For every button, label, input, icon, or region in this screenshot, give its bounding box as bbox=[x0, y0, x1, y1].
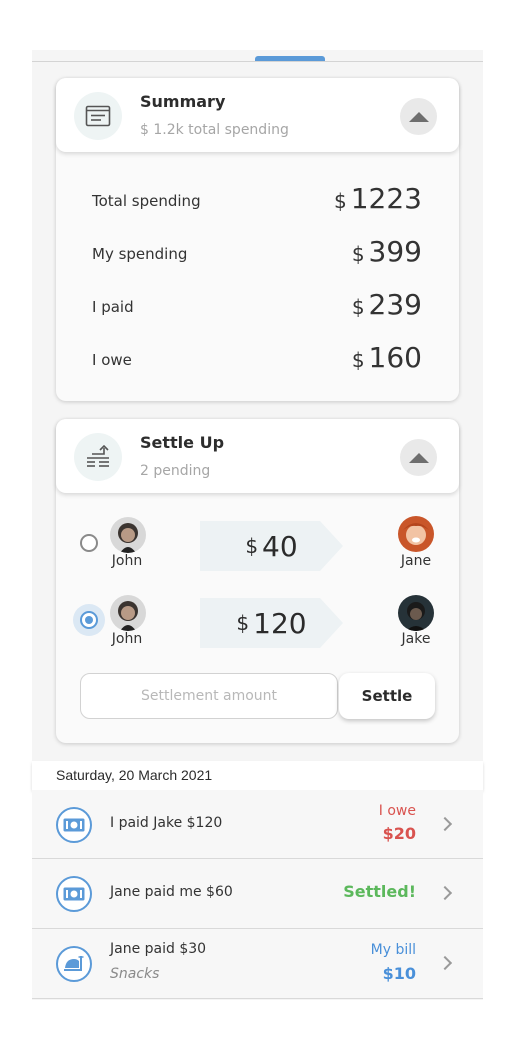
settle-up-header[interactable]: Settle Up 2 pending bbox=[56, 419, 459, 493]
summary-row-label: Total spending bbox=[92, 192, 201, 210]
exchange-icon bbox=[74, 433, 122, 481]
chevron-right-icon bbox=[437, 885, 453, 901]
settle-up-subtitle: 2 pending bbox=[140, 463, 211, 479]
transaction-title: Jane paid me $60 bbox=[110, 884, 233, 900]
cash-icon bbox=[56, 807, 92, 843]
debt-radio-selected[interactable] bbox=[80, 611, 98, 629]
jake-avatar bbox=[398, 595, 434, 631]
transaction-amount: $20 bbox=[382, 824, 416, 843]
summary-row-value: $239 bbox=[351, 288, 422, 321]
date-header-label: Saturday, 20 March 2021 bbox=[56, 767, 213, 783]
top-divider bbox=[32, 61, 483, 62]
summary-row-my-spending: My spending $399 bbox=[92, 235, 422, 269]
summary-row-label: I paid bbox=[92, 298, 134, 316]
settle-up-card: Settle Up 2 pending John $ 40 Jane John … bbox=[56, 419, 459, 743]
jane-avatar bbox=[398, 516, 434, 552]
summary-row-value: $1223 bbox=[334, 182, 422, 215]
triangle-up-icon bbox=[408, 111, 429, 122]
divider bbox=[32, 998, 483, 999]
transaction-title: Jane paid $30 bbox=[110, 941, 207, 957]
summary-title: Summary bbox=[140, 92, 226, 111]
summary-row-value: $160 bbox=[351, 341, 422, 374]
summary-collapse-button[interactable] bbox=[400, 98, 437, 135]
transaction-subtitle: Snacks bbox=[110, 966, 160, 982]
transaction-row[interactable]: I paid Jake $120 I owe $20 bbox=[32, 790, 483, 860]
receipt-icon bbox=[74, 92, 122, 140]
creditor-name: Jane bbox=[400, 553, 432, 569]
debt-amount: $40 bbox=[245, 529, 298, 563]
settle-button[interactable]: Settle bbox=[339, 673, 435, 719]
debt-row: John $40 Jane bbox=[56, 513, 459, 583]
transaction-title: I paid Jake $120 bbox=[110, 815, 223, 831]
debtor-name: John bbox=[111, 553, 143, 569]
transaction-status: My bill bbox=[370, 942, 416, 958]
chevron-right-icon bbox=[437, 955, 453, 971]
debt-radio[interactable] bbox=[80, 534, 98, 552]
john-avatar bbox=[110, 517, 146, 553]
summary-subtitle: $ 1.2k total spending bbox=[140, 122, 289, 138]
debt-amount: $120 bbox=[236, 606, 307, 640]
summary-row-paid: I paid $239 bbox=[92, 288, 422, 322]
food-icon bbox=[56, 946, 92, 982]
debtor-name: John bbox=[111, 631, 143, 647]
summary-row-label: I owe bbox=[92, 351, 132, 369]
expense-panel: Summary $ 1.2k total spending Total spen… bbox=[32, 50, 483, 1000]
transaction-status: Settled! bbox=[343, 882, 416, 901]
summary-header[interactable]: Summary $ 1.2k total spending bbox=[56, 78, 459, 152]
settle-up-title: Settle Up bbox=[140, 433, 225, 452]
settle-up-collapse-button[interactable] bbox=[400, 439, 437, 476]
cash-icon bbox=[56, 876, 92, 912]
transaction-row[interactable]: Jane paid me $60 Settled! bbox=[32, 859, 483, 929]
debt-amount-arrow: $120 bbox=[200, 598, 343, 648]
summary-row-value: $399 bbox=[351, 235, 422, 268]
transaction-row[interactable]: Jane paid $30 Snacks My bill $10 bbox=[32, 929, 483, 999]
debt-row: John $120 Jake bbox=[56, 593, 459, 663]
transaction-amount: $10 bbox=[382, 964, 416, 983]
summary-row-label: My spending bbox=[92, 245, 188, 263]
summary-row-owe: I owe $160 bbox=[92, 341, 422, 375]
settlement-amount-input[interactable] bbox=[80, 673, 338, 719]
chevron-right-icon bbox=[437, 816, 453, 832]
john-avatar bbox=[110, 595, 146, 631]
summary-row-total: Total spending $1223 bbox=[92, 182, 422, 216]
creditor-name: Jake bbox=[401, 631, 431, 647]
date-header: Saturday, 20 March 2021 bbox=[32, 761, 483, 790]
transaction-status: I owe bbox=[378, 803, 416, 819]
triangle-up-icon bbox=[408, 452, 429, 463]
debt-amount-arrow: $40 bbox=[200, 521, 343, 571]
summary-card: Summary $ 1.2k total spending Total spen… bbox=[56, 78, 459, 401]
